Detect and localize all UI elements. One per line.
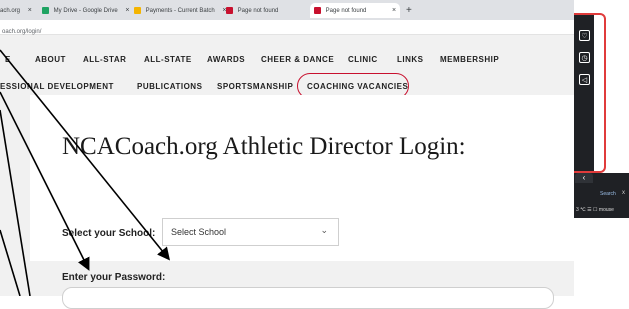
send-icon[interactable]: ◁ xyxy=(579,74,590,85)
annotation-arrows xyxy=(0,49,171,296)
heart-icon[interactable]: ♡ xyxy=(579,30,590,41)
system-tray-status: 3 ℃ ☰ ☐ mouse xyxy=(576,207,614,213)
close-icon[interactable]: x xyxy=(622,190,625,196)
arrow-line-lower xyxy=(0,229,21,296)
clock-icon[interactable]: ◷ xyxy=(579,52,590,63)
search-link[interactable]: Search xyxy=(600,191,616,197)
arrow-to-select xyxy=(0,49,171,261)
arrow-to-password xyxy=(0,91,90,271)
chevron-left-icon[interactable]: ‹ xyxy=(575,173,593,183)
arrow-line-bottom xyxy=(0,109,31,296)
